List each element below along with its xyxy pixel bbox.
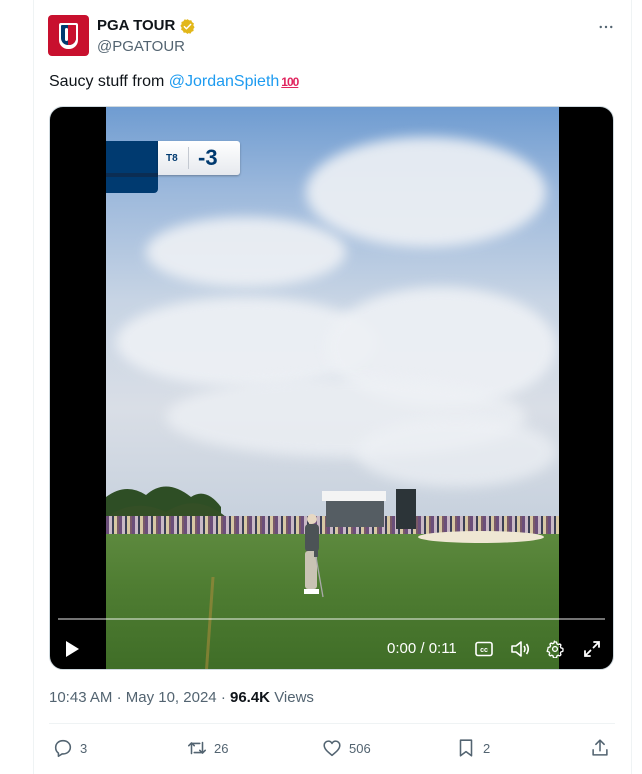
avatar[interactable] bbox=[48, 15, 89, 56]
video-frame[interactable] bbox=[106, 107, 559, 669]
column-border-left bbox=[33, 0, 34, 774]
hospitality-tent-roof bbox=[322, 491, 386, 501]
sand-bunker bbox=[418, 531, 544, 543]
like-count: 506 bbox=[349, 740, 371, 756]
tweet-meta: 10:43 AM · May 10, 2024 · 96.4K Views bbox=[49, 688, 314, 708]
views-label: Views bbox=[274, 689, 314, 706]
reply-button[interactable]: 3 bbox=[52, 736, 87, 760]
video-time: 0:00 / 0:11 bbox=[387, 640, 457, 657]
share-button[interactable] bbox=[589, 736, 611, 760]
column-border-right bbox=[631, 0, 632, 774]
play-button[interactable] bbox=[62, 639, 82, 659]
like-icon bbox=[323, 740, 341, 757]
pga-tour-logo bbox=[59, 22, 78, 49]
tweet-page: PGA TOUR @PGATOUR Saucy stuff from @Jord… bbox=[0, 0, 642, 774]
reply-count: 3 bbox=[80, 740, 88, 756]
bookmark-button[interactable]: 2 bbox=[455, 736, 490, 760]
mention-link[interactable]: @JordanSpieth bbox=[169, 73, 280, 90]
volume-button[interactable] bbox=[509, 639, 531, 659]
video-player[interactable]: T8 -3 0:00 / 0:11 cc bbox=[49, 106, 614, 670]
settings-icon bbox=[546, 640, 564, 658]
verified-badge-icon[interactable] bbox=[179, 18, 196, 35]
bookmark-icon bbox=[459, 739, 473, 757]
tweet-date[interactable]: May 10, 2024 bbox=[126, 689, 217, 706]
more-icon bbox=[599, 25, 613, 29]
divider bbox=[49, 723, 615, 724]
scorebug-position: T8 bbox=[166, 153, 178, 164]
captions-icon: cc bbox=[475, 641, 493, 657]
golfer bbox=[304, 514, 324, 598]
repost-icon bbox=[187, 741, 207, 755]
tweet-text-prefix: Saucy stuff from bbox=[49, 73, 169, 90]
share-icon bbox=[592, 739, 608, 756]
video-progress-bar[interactable] bbox=[58, 618, 605, 620]
bookmark-count: 2 bbox=[483, 740, 491, 756]
like-button[interactable]: 506 bbox=[321, 736, 371, 760]
fullscreen-icon bbox=[584, 641, 600, 657]
account-name-row[interactable]: PGA TOUR bbox=[97, 16, 196, 36]
svg-text:cc: cc bbox=[480, 647, 488, 654]
meta-separator-2: · bbox=[220, 689, 226, 706]
meta-separator: · bbox=[116, 689, 122, 706]
account-handle[interactable]: @PGATOUR bbox=[97, 37, 185, 57]
tweet-time[interactable]: 10:43 AM bbox=[49, 689, 112, 706]
tweet-text: Saucy stuff from @JordanSpieth 100 bbox=[49, 71, 299, 93]
hundred-points-emoji: 100 bbox=[281, 75, 299, 89]
repost-count: 26 bbox=[214, 740, 229, 756]
hospitality-tent bbox=[326, 501, 384, 527]
volume-icon bbox=[511, 641, 530, 657]
reply-icon bbox=[54, 739, 72, 758]
settings-button[interactable] bbox=[545, 639, 565, 659]
views-count: 96.4K bbox=[229, 689, 271, 706]
fullscreen-button[interactable] bbox=[582, 639, 602, 659]
scorebug-score: -3 bbox=[198, 145, 218, 170]
repost-button[interactable]: 26 bbox=[186, 736, 228, 760]
camera-tower bbox=[396, 489, 416, 529]
play-icon bbox=[66, 641, 79, 657]
captions-button[interactable]: cc bbox=[474, 639, 494, 659]
more-options-button[interactable] bbox=[596, 17, 616, 37]
account-name[interactable]: PGA TOUR bbox=[97, 16, 175, 36]
